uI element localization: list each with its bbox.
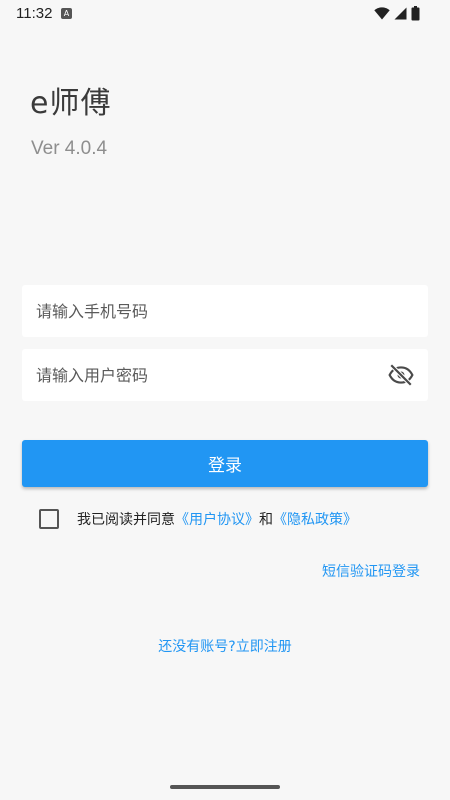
agreement-row: 我已阅读并同意 《用户协议》 和 《隐私政策》 [39,508,357,530]
login-button[interactable]: 登录 [22,440,428,487]
battery-icon [411,5,420,20]
privacy-policy-link[interactable]: 《隐私政策》 [273,509,357,529]
phone-input[interactable] [36,285,376,337]
agreement-text: 我已阅读并同意 《用户协议》 和 《隐私政策》 [77,509,357,529]
eye-off-icon[interactable] [388,362,414,388]
phone-field [22,285,428,337]
status-time: 11:32 [16,5,53,22]
status-icons [374,5,420,21]
app-version: Ver 4.0.4 [31,138,108,159]
password-field [22,349,428,401]
register-row: 还没有账号?立即注册 [0,636,450,656]
gesture-nav-handle[interactable] [170,785,280,789]
register-link[interactable]: 还没有账号?立即注册 [158,639,291,655]
signal-icon [394,7,407,19]
wifi-icon [374,6,390,19]
agreement-checkbox[interactable] [39,509,59,529]
agreement-prefix: 我已阅读并同意 [77,512,175,528]
app-title: e师傅 [30,86,112,121]
notification-a-icon: A [61,8,72,19]
sms-login-link[interactable]: 短信验证码登录 [322,561,420,581]
user-agreement-link[interactable]: 《用户协议》 [175,509,259,529]
status-bar: 11:32 A [0,0,450,28]
agreement-and: 和 [259,512,273,528]
password-input[interactable] [36,349,376,401]
